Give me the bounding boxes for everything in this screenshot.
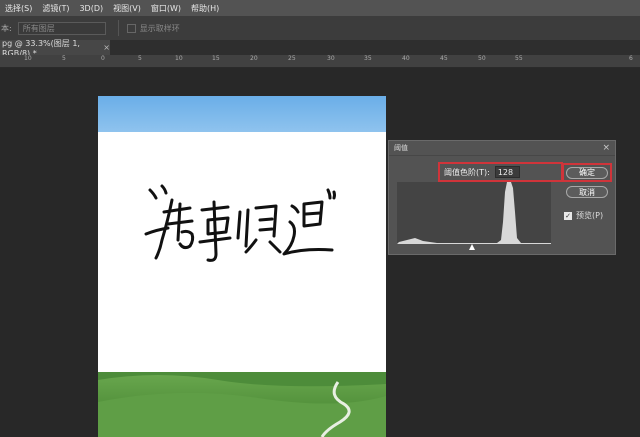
- options-bar: 本: 所有图层 显示取样环: [0, 16, 640, 40]
- dialog-title: 阈值: [394, 144, 408, 152]
- ruler-tick: 25: [288, 55, 296, 62]
- document-tab-bar: pg @ 33.3%(图层 1, RGB/8) * ×: [0, 39, 640, 58]
- threshold-level-input[interactable]: 128: [494, 166, 520, 178]
- threshold-level-row: 阈值色阶(T): 128: [438, 162, 563, 182]
- dialog-titlebar[interactable]: 阈值 ×: [389, 141, 615, 156]
- close-tab-icon[interactable]: ×: [103, 43, 110, 52]
- ruler-tick: 20: [250, 55, 258, 62]
- threshold-histogram: [397, 182, 551, 244]
- menu-bar: 选择(S) 滤镜(T) 3D(D) 视图(V) 窗口(W) 帮助(H): [0, 0, 640, 16]
- ruler-tick: 5: [138, 55, 142, 62]
- ok-highlight: 确定: [562, 163, 612, 182]
- threshold-dialog: 阈值 × 阈值色阶(T): 128 确定 取消 ✓ 预览(P): [388, 140, 616, 255]
- ruler-tick: 6: [629, 55, 633, 62]
- ruler-tick: 15: [212, 55, 220, 62]
- ruler-tick: 10: [175, 55, 183, 62]
- threshold-level-label: 阈值色阶(T):: [444, 167, 490, 177]
- preview-option[interactable]: ✓ 预览(P): [564, 210, 603, 221]
- ruler-tick: 45: [440, 55, 448, 62]
- calligraphy-image: [144, 184, 336, 262]
- threshold-slider-handle[interactable]: [469, 244, 475, 250]
- close-icon[interactable]: ×: [602, 143, 610, 153]
- meadow-image: [98, 372, 386, 437]
- document-image[interactable]: [98, 96, 386, 437]
- show-ring-checkbox[interactable]: [126, 23, 136, 33]
- show-ring-label: 显示取样环: [139, 23, 180, 33]
- document-tab[interactable]: pg @ 33.3%(图层 1, RGB/8) * ×: [0, 39, 110, 58]
- menu-window[interactable]: 窗口(W): [146, 3, 186, 14]
- cancel-button[interactable]: 取消: [566, 186, 608, 198]
- menu-filter[interactable]: 滤镜(T): [37, 3, 74, 14]
- ruler-tick: 40: [402, 55, 410, 62]
- sky-strip: [98, 96, 386, 132]
- ok-button[interactable]: 确定: [566, 166, 608, 179]
- checkmark-icon[interactable]: ✓: [564, 211, 572, 220]
- ruler-tick: 35: [364, 55, 372, 62]
- ruler-tick: 5: [62, 55, 66, 62]
- menu-help[interactable]: 帮助(H): [186, 3, 224, 14]
- sample-label: 本:: [1, 23, 12, 33]
- preview-label: 预览(P): [576, 211, 604, 220]
- menu-select[interactable]: 选择(S): [0, 3, 37, 14]
- horizontal-ruler: 10 5 0 5 10 15 20 25 30 35 40 45 50 55 6: [0, 55, 640, 68]
- ruler-tick: 0: [101, 55, 105, 62]
- options-divider: [117, 20, 119, 36]
- sample-select[interactable]: 所有图层: [17, 21, 106, 35]
- ruler-tick: 30: [327, 55, 335, 62]
- menu-view[interactable]: 视图(V): [108, 3, 146, 14]
- ruler-tick: 55: [515, 55, 523, 62]
- menu-3d[interactable]: 3D(D): [74, 4, 108, 13]
- ruler-tick: 10: [24, 55, 32, 62]
- ruler-tick: 50: [478, 55, 486, 62]
